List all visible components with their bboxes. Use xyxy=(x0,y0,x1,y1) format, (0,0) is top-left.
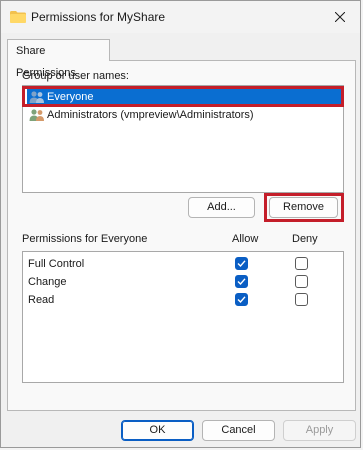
permission-row-read: Read xyxy=(23,292,343,310)
allow-header: Allow xyxy=(232,233,259,245)
deny-checkbox[interactable] xyxy=(295,275,308,288)
users-icon xyxy=(29,108,45,122)
allow-checkbox[interactable] xyxy=(235,275,248,288)
check-icon xyxy=(237,278,246,286)
allow-checkbox[interactable] xyxy=(235,257,248,270)
list-item-administrators[interactable]: Administrators (vmpreview\Administrators… xyxy=(27,107,254,124)
permission-row-change: Change xyxy=(23,274,343,292)
close-icon xyxy=(335,12,345,22)
permissions-dialog: Permissions for MyShare Share Permission… xyxy=(0,0,361,448)
add-button[interactable]: Add... xyxy=(188,197,255,218)
users-icon xyxy=(29,90,45,104)
ok-button[interactable]: OK xyxy=(121,420,194,441)
permission-name: Change xyxy=(28,276,67,288)
list-item-label: Administrators (vmpreview\Administrators… xyxy=(47,109,254,121)
list-item-everyone[interactable]: Everyone xyxy=(27,89,341,106)
check-icon xyxy=(237,260,246,268)
tab-panel: Group or user names: Everyone Administra… xyxy=(7,60,356,411)
allow-checkbox[interactable] xyxy=(235,293,248,306)
cancel-button[interactable]: Cancel xyxy=(202,420,275,441)
remove-button[interactable]: Remove xyxy=(269,197,338,218)
permissions-list: Full Control Change Read xyxy=(22,251,344,383)
close-button[interactable] xyxy=(328,5,352,29)
window-title: Permissions for MyShare xyxy=(31,10,166,24)
group-user-list[interactable]: Everyone Administrators (vmpreview\Admin… xyxy=(22,85,344,193)
check-icon xyxy=(237,296,246,304)
deny-header: Deny xyxy=(292,233,318,245)
apply-button[interactable]: Apply xyxy=(283,420,356,441)
permissions-title: Permissions for Everyone xyxy=(22,233,148,245)
tab-share-permissions[interactable]: Share Permissions xyxy=(7,39,110,79)
deny-checkbox[interactable] xyxy=(295,257,308,270)
folder-icon xyxy=(10,11,26,23)
permission-name: Full Control xyxy=(28,258,85,270)
permission-name: Read xyxy=(28,294,55,306)
deny-checkbox[interactable] xyxy=(295,293,308,306)
permission-row-full-control: Full Control xyxy=(23,256,343,274)
list-item-label: Everyone xyxy=(47,91,94,103)
title-bar[interactable]: Permissions for MyShare xyxy=(1,1,360,33)
